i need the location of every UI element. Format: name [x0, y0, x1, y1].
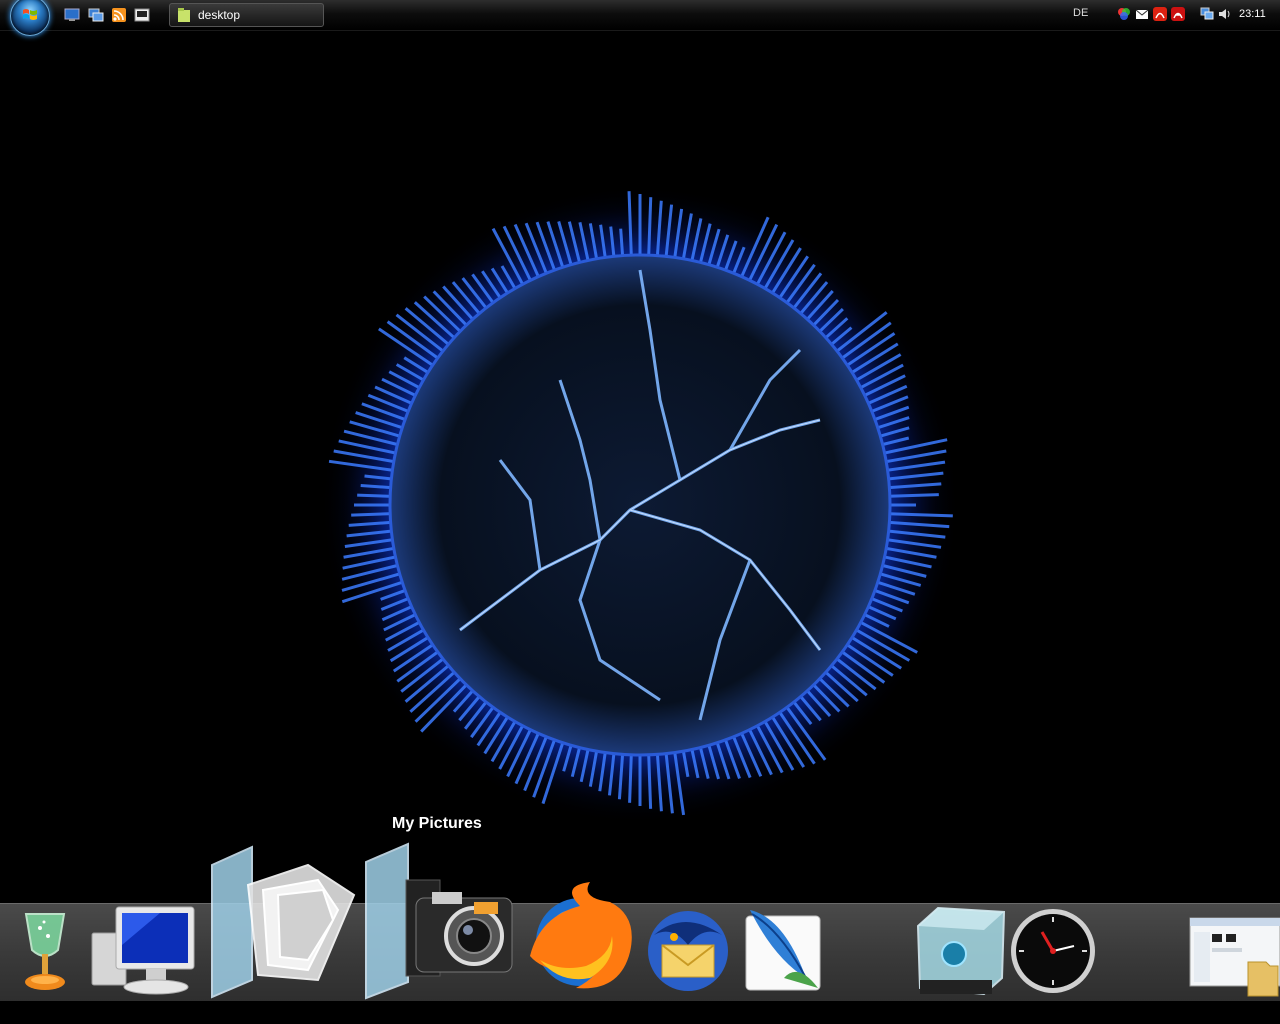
orb-spike — [887, 493, 939, 498]
clock[interactable]: 23:11 — [1239, 8, 1266, 20]
orb-spike — [647, 752, 653, 809]
firefox-icon[interactable] — [520, 876, 638, 996]
show-desktop-icon[interactable] — [64, 8, 80, 22]
acrobat-tray-icon[interactable] — [1153, 7, 1167, 21]
windows-flag-icon — [23, 9, 37, 20]
mail-tray-icon[interactable] — [1135, 7, 1149, 21]
volume-tray-icon[interactable] — [1218, 7, 1232, 21]
media-icon[interactable] — [134, 8, 150, 22]
thunderbird-icon[interactable] — [644, 905, 732, 995]
language-indicator[interactable]: DE — [1073, 7, 1088, 19]
my-pictures-icon[interactable] — [362, 842, 514, 1000]
wallpaper-energy-orb — [320, 185, 960, 825]
taskbar-item-label: desktop — [198, 8, 241, 22]
taskbar-item-desktop[interactable]: desktop — [169, 3, 324, 27]
orb-spike — [628, 752, 633, 803]
orb-spike — [619, 228, 625, 258]
colorful-app-tray-icon[interactable] — [1117, 7, 1131, 21]
folder-icon — [178, 8, 190, 22]
acrobat-reader-tray-icon[interactable] — [1171, 7, 1185, 21]
orb-spike — [357, 493, 393, 498]
dock-tooltip: My Pictures — [392, 815, 482, 832]
switch-windows-icon[interactable] — [88, 8, 104, 22]
start-button[interactable] — [10, 0, 50, 36]
trophy-icon[interactable] — [18, 910, 72, 998]
orb-spike — [351, 512, 393, 517]
documents-stack-icon[interactable] — [208, 845, 358, 1000]
network-tray-icon[interactable] — [1200, 7, 1214, 21]
orb-spike — [647, 197, 653, 258]
explorer-window-thumbnail[interactable] — [1188, 916, 1280, 998]
computer-icon[interactable] — [90, 905, 202, 997]
rss-icon[interactable] — [111, 8, 127, 22]
recycle-bin-icon[interactable] — [914, 904, 1008, 998]
taskbar: desktop DE 23:11 — [0, 0, 1280, 36]
clock-icon[interactable] — [1008, 906, 1098, 996]
dock-reflection-area — [0, 1001, 1280, 1024]
feather-icon[interactable] — [744, 908, 822, 992]
